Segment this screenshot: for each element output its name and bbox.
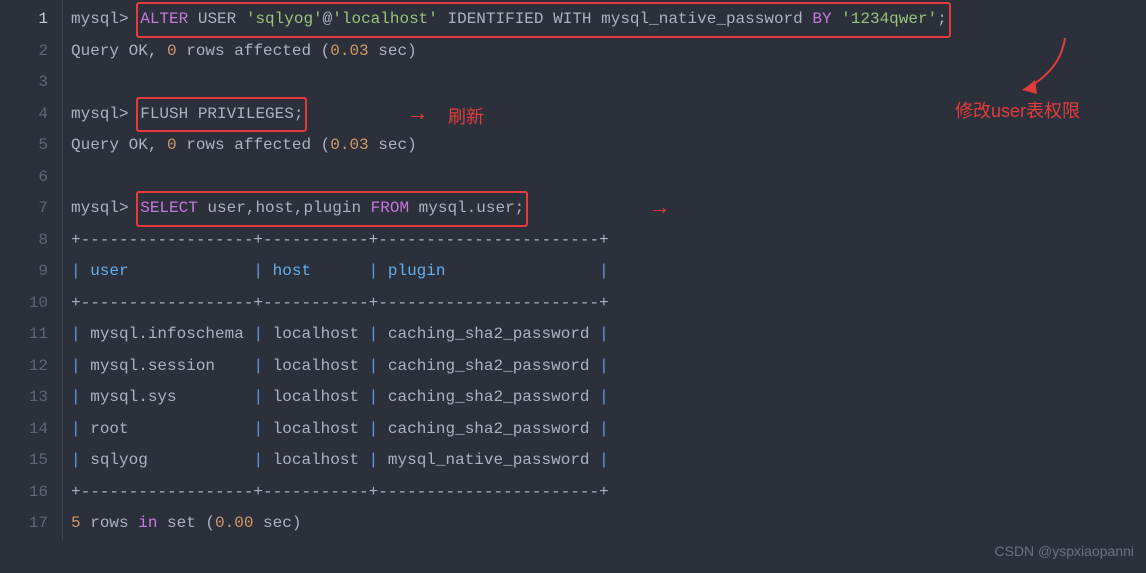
code-line: Query OK, 0 rows affected (0.03 sec) xyxy=(63,130,1146,162)
prompt: mysql> xyxy=(71,105,138,123)
line-number: 1 xyxy=(0,4,48,36)
line-number: 5 xyxy=(0,130,48,162)
line-number: 2 xyxy=(0,36,48,68)
annotation-modify-user: 修改user表权限 xyxy=(955,96,1080,128)
line-number: 7 xyxy=(0,193,48,225)
line-number: 8 xyxy=(0,225,48,257)
code-line: mysql> ALTER USER 'sqlyog'@'localhost' I… xyxy=(63,4,1146,36)
line-number-gutter: 1234567891011121314151617 xyxy=(0,0,62,573)
line-number: 17 xyxy=(0,508,48,540)
code-line xyxy=(63,67,1146,99)
line-number: 15 xyxy=(0,445,48,477)
line-number: 12 xyxy=(0,351,48,383)
code-line: 5 rows in set (0.00 sec) xyxy=(63,508,1146,540)
annotation-refresh: 刷新 xyxy=(448,102,484,134)
prompt: mysql> xyxy=(71,10,138,28)
line-number: 6 xyxy=(0,162,48,194)
line-number: 16 xyxy=(0,477,48,509)
arrow-icon: → xyxy=(653,198,666,220)
table-row: | root | localhost | caching_sha2_passwo… xyxy=(63,414,1146,446)
line-number: 13 xyxy=(0,382,48,414)
table-row: | mysql.sys | localhost | caching_sha2_p… xyxy=(63,382,1146,414)
code-line xyxy=(63,162,1146,194)
prompt: mysql> xyxy=(71,199,138,217)
code-line: mysql> SELECT user,host,plugin FROM mysq… xyxy=(63,193,1146,225)
highlight-box-select: SELECT user,host,plugin FROM mysql.user; xyxy=(136,191,528,227)
code-area: mysql> ALTER USER 'sqlyog'@'localhost' I… xyxy=(62,0,1146,540)
line-number: 9 xyxy=(0,256,48,288)
arrow-icon xyxy=(1005,32,1085,102)
table-border: +------------------+-----------+--------… xyxy=(63,288,1146,320)
highlight-box-flush: FLUSH PRIVILEGES; xyxy=(136,97,307,133)
line-number: 3 xyxy=(0,67,48,99)
table-row: | mysql.infoschema | localhost | caching… xyxy=(63,319,1146,351)
line-number: 4 xyxy=(0,99,48,131)
line-number: 10 xyxy=(0,288,48,320)
table-header: | user | host | plugin | xyxy=(63,256,1146,288)
table-row: | mysql.session | localhost | caching_sh… xyxy=(63,351,1146,383)
code-line: Query OK, 0 rows affected (0.03 sec) xyxy=(63,36,1146,68)
table-border: +------------------+-----------+--------… xyxy=(63,225,1146,257)
table-border: +------------------+-----------+--------… xyxy=(63,477,1146,509)
arrow-icon: → xyxy=(411,104,424,126)
table-row: | sqlyog | localhost | mysql_native_pass… xyxy=(63,445,1146,477)
line-number: 11 xyxy=(0,319,48,351)
highlight-box-alter-user: ALTER USER 'sqlyog'@'localhost' IDENTIFI… xyxy=(136,2,951,38)
line-number: 14 xyxy=(0,414,48,446)
watermark: CSDN @yspxiaopanni xyxy=(995,536,1135,568)
